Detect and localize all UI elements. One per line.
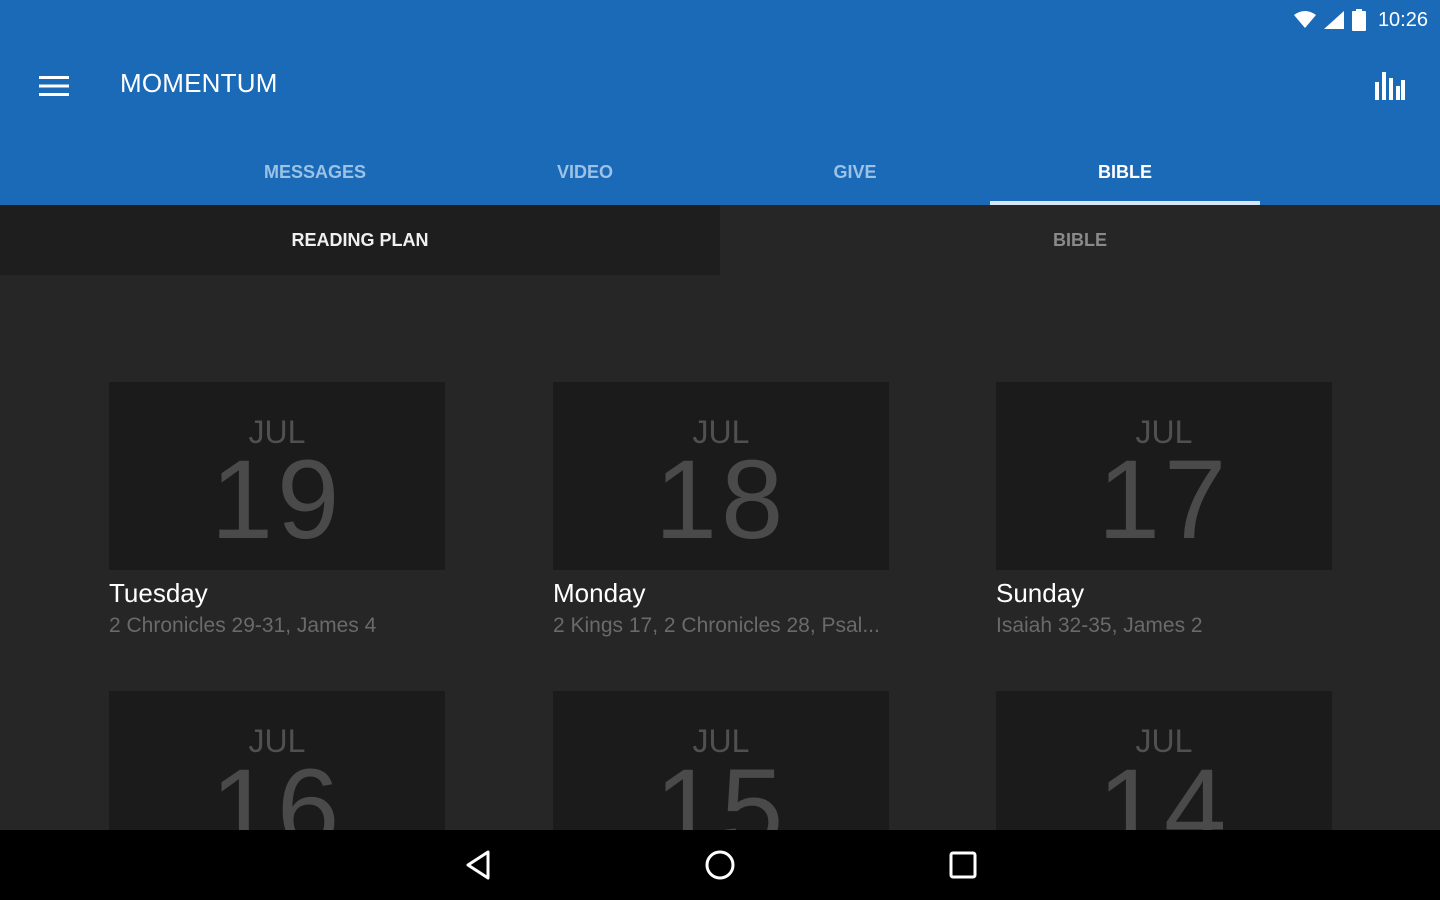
app-title: MOMENTUM	[120, 68, 278, 98]
tab-bible[interactable]: BIBLE	[990, 140, 1260, 205]
subtab-reading-plan[interactable]: READING PLAN	[0, 205, 720, 275]
sub-tabs: READING PLAN BIBLE	[0, 205, 1440, 275]
reading-card[interactable]: JUL 16	[109, 691, 445, 830]
wifi-icon	[1293, 11, 1316, 29]
reading-weekday: Tuesday	[109, 578, 208, 608]
date-tile: JUL 18	[553, 382, 889, 570]
date-day: 14	[1097, 746, 1231, 831]
reading-weekday: Sunday	[996, 578, 1085, 608]
date-day: 19	[210, 437, 344, 562]
battery-icon	[1351, 9, 1366, 31]
date-day: 18	[654, 437, 788, 562]
recents-icon[interactable]	[941, 843, 985, 887]
date-tile: JUL 15	[553, 691, 889, 830]
date-tile: JUL 14	[996, 691, 1332, 830]
reading-card[interactable]: JUL 14	[996, 691, 1332, 830]
date-day: 15	[654, 746, 788, 831]
hamburger-menu-icon[interactable]	[34, 66, 74, 106]
date-day: 17	[1097, 437, 1231, 562]
system-nav-bar	[0, 830, 1440, 900]
date-tile: JUL 17	[996, 382, 1332, 570]
back-icon[interactable]	[456, 843, 500, 887]
tab-give[interactable]: GIVE	[720, 140, 990, 205]
reading-card[interactable]: JUL 19 Tuesday 2 Chronicles 29-31, James…	[109, 382, 445, 638]
reading-passage: 2 Chronicles 29-31, James 4	[109, 614, 377, 637]
subtab-bible[interactable]: BIBLE	[720, 205, 1440, 275]
reading-weekday: Monday	[553, 578, 646, 608]
main-tabs: MESSAGES VIDEO GIVE BIBLE	[180, 140, 1260, 205]
tab-messages[interactable]: MESSAGES	[180, 140, 450, 205]
reading-plan-grid: JUL 19 Tuesday 2 Chronicles 29-31, James…	[0, 275, 1440, 830]
status-bar: 10:26	[1293, 6, 1428, 34]
reading-card[interactable]: JUL 17 Sunday Isaiah 32-35, James 2	[996, 382, 1332, 638]
status-time: 10:26	[1377, 8, 1428, 31]
cell-signal-icon	[1323, 11, 1344, 29]
date-tile: JUL 19	[109, 382, 445, 570]
reading-passage: Isaiah 32-35, James 2	[996, 614, 1203, 637]
tab-video[interactable]: VIDEO	[450, 140, 720, 205]
reading-card[interactable]: JUL 18 Monday 2 Kings 17, 2 Chronicles 2…	[553, 382, 889, 638]
bar-chart-icon[interactable]	[1370, 64, 1410, 104]
reading-card[interactable]: JUL 15	[553, 691, 889, 830]
reading-passage: 2 Kings 17, 2 Chronicles 28, Psal...	[553, 614, 880, 637]
app-bar: 10:26 MOMENTUM MESSAGES VIDEO GIVE BIBLE	[0, 0, 1440, 205]
home-icon[interactable]	[698, 843, 742, 887]
date-tile: JUL 16	[109, 691, 445, 830]
date-day: 16	[210, 746, 344, 831]
